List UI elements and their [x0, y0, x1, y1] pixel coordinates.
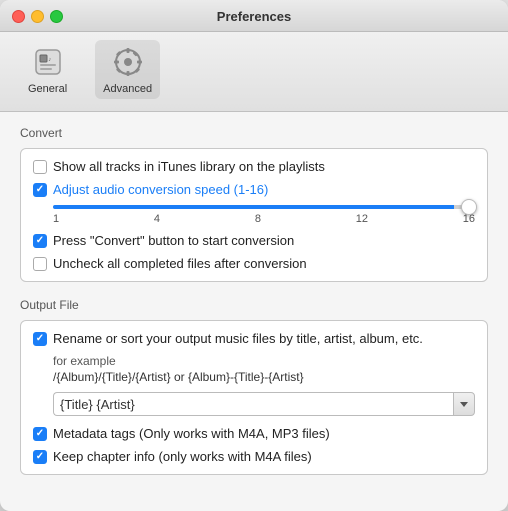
convert-section: Convert Show all tracks in iTunes librar… [20, 126, 488, 282]
show-all-tracks-row: Show all tracks in iTunes library on the… [33, 159, 475, 174]
output-section-box: Rename or sort your output music files b… [20, 320, 488, 475]
adjust-audio-label: Adjust audio conversion speed (1-16) [53, 182, 268, 197]
preferences-window: Preferences ♪ General [0, 0, 508, 511]
titlebar: Preferences [0, 0, 508, 32]
press-convert-checkbox[interactable] [33, 234, 47, 248]
uncheck-completed-label: Uncheck all completed files after conver… [53, 256, 307, 271]
metadata-tags-label: Metadata tags (Only works with M4A, MP3 … [53, 426, 330, 441]
toolbar: ♪ General [0, 32, 508, 112]
keep-chapter-label: Keep chapter info (only works with M4A f… [53, 449, 312, 464]
chevron-down-icon [460, 402, 468, 407]
metadata-tags-row: Metadata tags (Only works with M4A, MP3 … [33, 426, 475, 441]
output-section: Output File Rename or sort your output m… [20, 298, 488, 475]
example-label: for example [53, 354, 475, 368]
general-icon: ♪ [30, 44, 66, 80]
maximize-button[interactable] [50, 10, 63, 23]
show-all-tracks-label: Show all tracks in iTunes library on the… [53, 159, 325, 174]
press-convert-label: Press "Convert" button to start conversi… [53, 233, 294, 248]
example-format: /{Album}/{Title}/{Artist} or {Album}-{Ti… [53, 370, 475, 384]
advanced-icon [110, 44, 146, 80]
slider-track[interactable] [53, 205, 475, 209]
adjust-audio-checkbox[interactable] [33, 183, 47, 197]
toolbar-item-general[interactable]: ♪ General [20, 40, 75, 99]
window-title: Preferences [217, 9, 291, 24]
slider-labels: 1 4 8 12 16 [53, 213, 475, 225]
toolbar-item-advanced[interactable]: Advanced [95, 40, 160, 99]
slider-thumb[interactable] [461, 199, 477, 215]
minimize-button[interactable] [31, 10, 44, 23]
traffic-lights [12, 10, 63, 23]
convert-section-box: Show all tracks in iTunes library on the… [20, 148, 488, 282]
slider-label-8: 8 [255, 213, 261, 225]
convert-section-title: Convert [20, 126, 488, 140]
metadata-tags-checkbox[interactable] [33, 427, 47, 441]
svg-text:♪: ♪ [48, 56, 52, 63]
slider-label-12: 12 [356, 213, 368, 225]
rename-sort-row: Rename or sort your output music files b… [33, 331, 475, 346]
output-section-title: Output File [20, 298, 488, 312]
output-format-dropdown[interactable] [453, 392, 475, 416]
advanced-label: Advanced [103, 83, 152, 95]
slider-label-1: 1 [53, 213, 59, 225]
rename-sort-label: Rename or sort your output music files b… [53, 331, 423, 346]
rename-sort-checkbox[interactable] [33, 332, 47, 346]
keep-chapter-checkbox[interactable] [33, 450, 47, 464]
speed-slider-container: 1 4 8 12 16 [53, 205, 475, 225]
slider-label-4: 4 [154, 213, 160, 225]
close-button[interactable] [12, 10, 25, 23]
uncheck-completed-checkbox[interactable] [33, 257, 47, 271]
press-convert-row: Press "Convert" button to start conversi… [33, 233, 475, 248]
show-all-tracks-checkbox[interactable] [33, 160, 47, 174]
keep-chapter-row: Keep chapter info (only works with M4A f… [33, 449, 475, 464]
output-format-input[interactable] [53, 392, 453, 416]
adjust-audio-row: Adjust audio conversion speed (1-16) [33, 182, 475, 197]
output-input-row [53, 392, 475, 416]
general-label: General [28, 83, 67, 95]
content-area: Convert Show all tracks in iTunes librar… [0, 112, 508, 511]
uncheck-completed-row: Uncheck all completed files after conver… [33, 256, 475, 271]
